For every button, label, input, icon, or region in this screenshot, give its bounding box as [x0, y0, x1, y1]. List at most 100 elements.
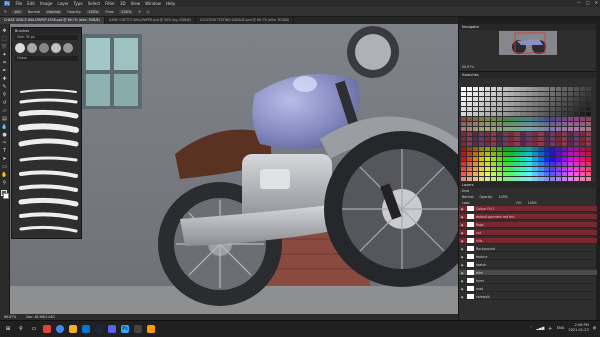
swatch[interactable]: [532, 87, 538, 91]
swatch[interactable]: [496, 122, 503, 127]
swatch[interactable]: [466, 147, 473, 152]
swatch[interactable]: [496, 127, 503, 132]
history-brush-tool-icon[interactable]: ↺: [1, 100, 8, 107]
swatch[interactable]: [478, 107, 485, 112]
swatch[interactable]: [567, 162, 574, 167]
swatch[interactable]: [532, 132, 538, 137]
swatch[interactable]: [520, 157, 526, 162]
visibility-eye-icon[interactable]: ◉: [459, 287, 465, 291]
healing-tool-icon[interactable]: ✚: [1, 76, 8, 83]
swatch[interactable]: [549, 172, 556, 177]
swatch[interactable]: [496, 92, 503, 97]
swatch[interactable]: [478, 87, 485, 91]
swatch[interactable]: [508, 97, 514, 102]
swatch[interactable]: [579, 162, 586, 167]
steam-icon[interactable]: [95, 325, 103, 333]
swatch[interactable]: [461, 142, 467, 147]
swatch[interactable]: [508, 102, 514, 107]
zoom-tool-icon[interactable]: ⚲: [1, 180, 8, 187]
swatch[interactable]: [555, 142, 562, 147]
swatch[interactable]: [579, 122, 586, 127]
swatch[interactable]: [461, 172, 467, 177]
network-icon[interactable]: ▂▄▆: [536, 326, 544, 330]
visibility-eye-icon[interactable]: ◉: [459, 223, 465, 227]
swatch[interactable]: [532, 177, 538, 182]
swatch[interactable]: [585, 152, 591, 157]
swatch[interactable]: [514, 142, 520, 147]
swatch[interactable]: [549, 177, 556, 182]
swatch[interactable]: [472, 112, 479, 117]
swatch[interactable]: [567, 87, 574, 91]
swatch[interactable]: [585, 147, 591, 152]
swatch[interactable]: [538, 97, 544, 102]
swatch[interactable]: [478, 157, 485, 162]
swatch[interactable]: [549, 112, 556, 117]
swatch[interactable]: [490, 132, 497, 137]
swatch[interactable]: [561, 172, 568, 177]
swatch[interactable]: [532, 142, 538, 147]
swatch[interactable]: [496, 132, 503, 137]
swatch[interactable]: [549, 92, 556, 97]
swatch[interactable]: [490, 107, 497, 112]
swatch[interactable]: [561, 132, 568, 137]
layers-kind-filter[interactable]: Kind: [462, 189, 469, 193]
swatch[interactable]: [585, 112, 591, 117]
swatch[interactable]: [490, 157, 497, 162]
illustrator-icon[interactable]: [147, 325, 155, 333]
swatch[interactable]: [573, 172, 580, 177]
navigator-title[interactable]: Navigator: [459, 24, 596, 30]
swatch[interactable]: [478, 127, 485, 132]
clock[interactable]: 2:56 PM 2021-01-23: [568, 323, 588, 332]
swatch[interactable]: [579, 87, 586, 91]
swatch[interactable]: [538, 147, 544, 152]
swatch[interactable]: [490, 122, 497, 127]
swatch[interactable]: [544, 87, 550, 91]
swatch[interactable]: [526, 97, 532, 102]
swatch[interactable]: [508, 137, 514, 142]
layer-row[interactable]: ◉ default garment red tint: [459, 214, 597, 220]
swatch[interactable]: [466, 97, 473, 102]
swatch[interactable]: [549, 127, 556, 132]
move-tool-icon[interactable]: ✥: [1, 28, 8, 35]
swatch[interactable]: [514, 137, 520, 142]
language-indicator[interactable]: ENG: [557, 326, 565, 330]
layer-fill-field[interactable]: 100%: [528, 201, 537, 205]
swatch[interactable]: [567, 172, 574, 177]
swatch[interactable]: [561, 162, 568, 167]
swatch[interactable]: [508, 117, 514, 122]
visibility-eye-icon[interactable]: ◉: [459, 271, 465, 275]
layer-row[interactable]: ◉ tyres: [459, 278, 597, 284]
swatch[interactable]: [514, 167, 520, 172]
swatch[interactable]: [502, 117, 508, 122]
swatch[interactable]: [496, 102, 503, 107]
swatch[interactable]: [514, 87, 520, 91]
swatch[interactable]: [561, 102, 568, 107]
swatch[interactable]: [573, 167, 580, 172]
visibility-eye-icon[interactable]: ◉: [459, 207, 465, 211]
swatch[interactable]: [544, 97, 550, 102]
swatch[interactable]: [585, 117, 591, 122]
swatch[interactable]: [466, 152, 473, 157]
swatch[interactable]: [472, 157, 479, 162]
swatch[interactable]: [561, 107, 568, 112]
swatch[interactable]: [585, 92, 591, 97]
swatch[interactable]: [526, 137, 532, 142]
swatch[interactable]: [502, 87, 508, 91]
swatch[interactable]: [532, 152, 538, 157]
path-select-tool-icon[interactable]: ➤: [1, 156, 8, 163]
swatch[interactable]: [502, 162, 508, 167]
swatch[interactable]: [520, 107, 526, 112]
swatch[interactable]: [490, 147, 497, 152]
swatch[interactable]: [579, 112, 586, 117]
app-icon-red[interactable]: [43, 325, 51, 333]
swatch[interactable]: [484, 152, 491, 157]
swatch[interactable]: [484, 177, 491, 182]
swatch[interactable]: [544, 127, 550, 132]
swatch[interactable]: [555, 102, 562, 107]
swatch[interactable]: [502, 157, 508, 162]
swatch[interactable]: [567, 167, 574, 172]
swatch[interactable]: [478, 102, 485, 107]
swatch[interactable]: [496, 177, 503, 182]
minimize-icon[interactable]: —: [577, 0, 581, 5]
menu-window[interactable]: Window: [145, 1, 161, 6]
